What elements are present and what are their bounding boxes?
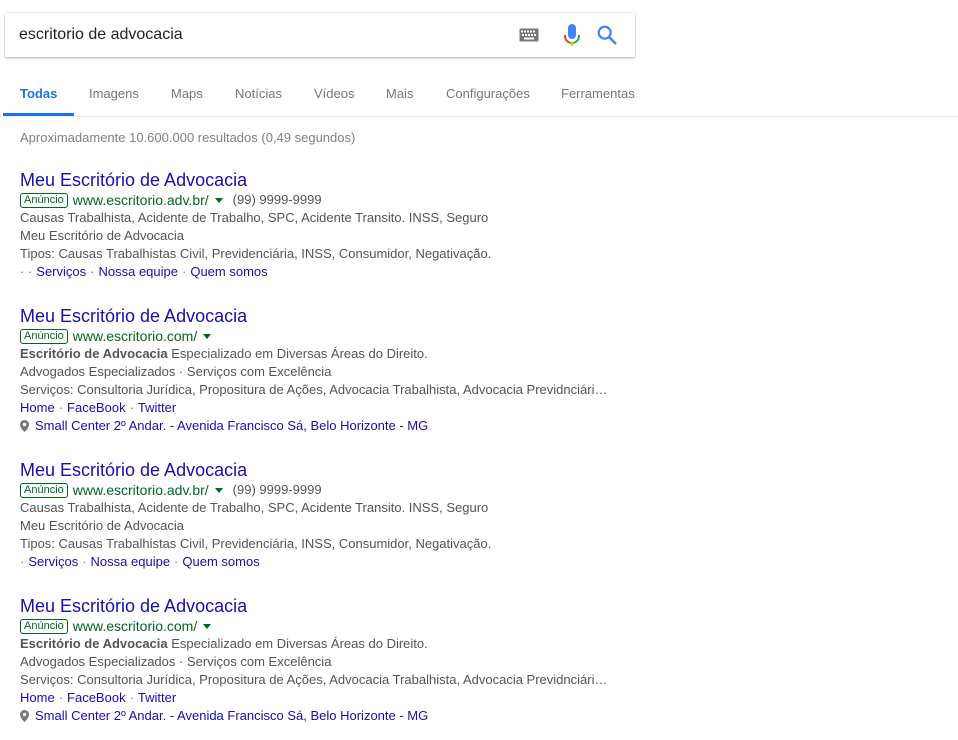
- ad-display-url[interactable]: www.escritorio.adv.br/: [73, 191, 209, 209]
- ad-snippet-line: Serviços: Consultoria Jurídica, Proposit…: [20, 672, 608, 687]
- chevron-down-icon[interactable]: [203, 333, 212, 339]
- ad-title-link[interactable]: Meu Escritório de Advocacia: [20, 595, 640, 617]
- tab-todas[interactable]: Todas: [3, 70, 75, 116]
- ad-url-line: Anúncio www.escritorio.com/: [20, 617, 640, 635]
- location-pin-icon: [20, 710, 29, 722]
- ad-result: Meu Escritório de Advocacia Anúncio www.…: [20, 305, 640, 435]
- sitelink[interactable]: Twitter: [138, 400, 176, 415]
- sitelink[interactable]: Nossa equipe: [91, 554, 171, 569]
- result-stats: Aproximadamente 10.600.000 resultados (0…: [20, 130, 356, 145]
- ad-sitelinks: · Serviços · Nossa equipe · Quem somos: [20, 554, 260, 569]
- ad-address-link[interactable]: Small Center 2º Andar. - Avenida Francis…: [35, 418, 428, 433]
- sitelink[interactable]: Quem somos: [182, 554, 259, 569]
- sitelink[interactable]: Home: [20, 400, 55, 415]
- tab-ferramentas[interactable]: Ferramentas: [561, 70, 635, 116]
- sitelink[interactable]: FaceBook: [67, 690, 126, 705]
- ad-address-link[interactable]: Small Center 2º Andar. - Avenida Francis…: [35, 708, 428, 723]
- ad-snippet-line: Advogados Especializados · Serviços com …: [20, 654, 332, 669]
- ad-badge: Anúncio: [20, 482, 68, 498]
- search-tabs: Todas Imagens Maps Notícias Vídeos Mais …: [0, 70, 958, 117]
- ad-url-line: Anúncio www.escritorio.com/: [20, 327, 640, 345]
- keyboard-icon[interactable]: [519, 28, 539, 42]
- ad-snippet-line: Advogados Especializados · Serviços com …: [20, 364, 332, 379]
- chevron-down-icon[interactable]: [203, 623, 212, 629]
- ad-result: Meu Escritório de Advocacia Anúncio www.…: [20, 595, 640, 725]
- ad-badge: Anúncio: [20, 618, 68, 634]
- tab-noticias[interactable]: Notícias: [235, 70, 282, 116]
- ad-display-url[interactable]: www.escritorio.com/: [73, 617, 197, 635]
- chevron-down-icon[interactable]: [214, 487, 223, 493]
- ad-phone[interactable]: (99) 9999-9999: [233, 191, 322, 209]
- ad-snippet-line: Escritório de Advocacia Especializado em…: [20, 345, 640, 363]
- ad-snippet-line: Meu Escritório de Advocacia: [20, 518, 185, 533]
- ad-snippet-line: Escritório de Advocacia Especializado em…: [20, 635, 640, 653]
- ad-result: Meu Escritório de Advocacia Anúncio www.…: [20, 459, 640, 571]
- ad-snippet-line: Tipos: Causas Trabalhistas Civil, Previd…: [20, 246, 492, 261]
- sitelink[interactable]: Serviços: [36, 264, 86, 279]
- ad-sitelinks: · · Serviços · Nossa equipe · Quem somos: [20, 264, 268, 279]
- ad-location: Small Center 2º Andar. - Avenida Francis…: [20, 707, 640, 725]
- tab-mais[interactable]: Mais: [386, 70, 413, 116]
- search-input[interactable]: [19, 23, 499, 47]
- sitelink[interactable]: Home: [20, 690, 55, 705]
- ad-sitelinks: Home · FaceBook · Twitter: [20, 690, 177, 705]
- sitelink[interactable]: Quem somos: [190, 264, 267, 279]
- ad-url-line: Anúncio www.escritorio.adv.br/ (99) 9999…: [20, 481, 640, 499]
- chevron-down-icon[interactable]: [214, 197, 223, 203]
- ad-badge: Anúncio: [20, 192, 68, 208]
- ad-snippet-text: Especializado em Diversas Áreas do Direi…: [167, 636, 428, 651]
- search-box: [5, 13, 635, 57]
- ad-title-link[interactable]: Meu Escritório de Advocacia: [20, 305, 640, 327]
- location-pin-icon: [20, 420, 29, 432]
- ad-snippet-line: Meu Escritório de Advocacia: [20, 228, 185, 243]
- ad-result: Meu Escritório de Advocacia Anúncio www.…: [20, 169, 640, 281]
- ad-url-line: Anúncio www.escritorio.adv.br/ (99) 9999…: [20, 191, 640, 209]
- tab-videos[interactable]: Vídeos: [314, 70, 354, 116]
- tab-configuracoes[interactable]: Configurações: [446, 70, 530, 116]
- ad-snippet-line: Tipos: Causas Trabalhistas Civil, Previd…: [20, 536, 492, 551]
- ad-badge: Anúncio: [20, 328, 68, 344]
- search-icon[interactable]: [596, 24, 618, 46]
- sitelink[interactable]: Twitter: [138, 690, 176, 705]
- ad-snippet-bold: Escritório de Advocacia: [20, 636, 168, 651]
- ad-display-url[interactable]: www.escritorio.com/: [73, 327, 197, 345]
- ad-snippet-text: Especializado em Diversas Áreas do Direi…: [167, 346, 428, 361]
- sitelink[interactable]: Nossa equipe: [98, 264, 178, 279]
- sitelink[interactable]: FaceBook: [67, 400, 126, 415]
- ad-snippet-bold: Escritório de Advocacia: [20, 346, 168, 361]
- sitelink[interactable]: Serviços: [28, 554, 78, 569]
- ad-title-link[interactable]: Meu Escritório de Advocacia: [20, 169, 640, 191]
- tab-maps[interactable]: Maps: [171, 70, 203, 116]
- ad-phone[interactable]: (99) 9999-9999: [233, 481, 322, 499]
- ad-snippet-line: Causas Trabalhista, Acidente de Trabalho…: [20, 210, 489, 225]
- ad-snippet-line: Causas Trabalhista, Acidente de Trabalho…: [20, 500, 489, 515]
- ad-title-link[interactable]: Meu Escritório de Advocacia: [20, 459, 640, 481]
- ad-snippet-line: Serviços: Consultoria Jurídica, Proposit…: [20, 382, 608, 397]
- ad-location: Small Center 2º Andar. - Avenida Francis…: [20, 417, 640, 435]
- ad-display-url[interactable]: www.escritorio.adv.br/: [73, 481, 209, 499]
- microphone-icon[interactable]: [563, 23, 581, 49]
- tab-imagens[interactable]: Imagens: [89, 70, 139, 116]
- ad-sitelinks: Home · FaceBook · Twitter: [20, 400, 177, 415]
